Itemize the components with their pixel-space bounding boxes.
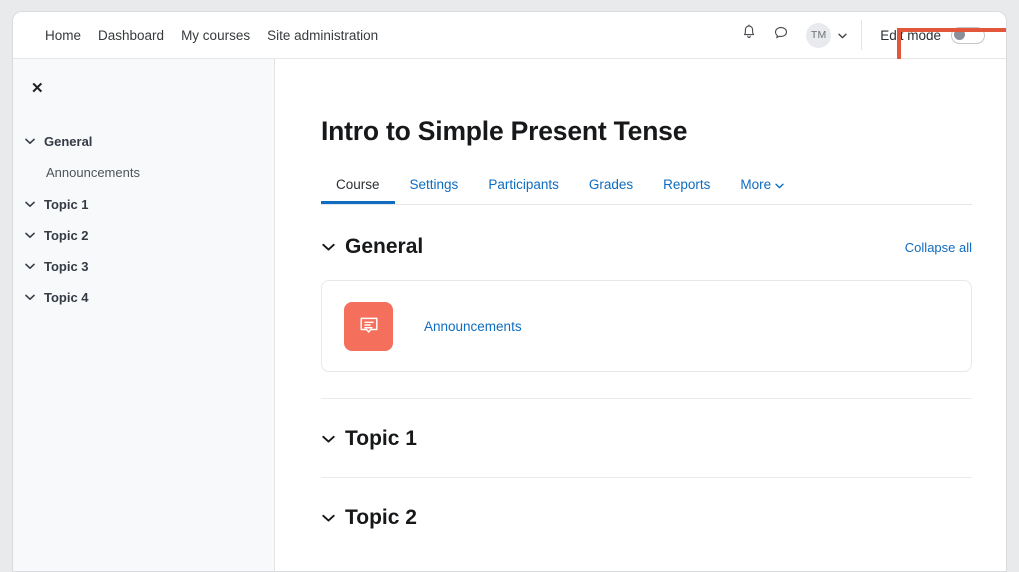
page-title: Intro to Simple Present Tense <box>321 116 688 146</box>
primary-nav: Home Dashboard My courses Site administr… <box>45 28 378 43</box>
navbar-divider <box>861 20 863 50</box>
tab-more-label: More <box>740 177 772 192</box>
top-navbar: Home Dashboard My courses Site administr… <box>13 12 1006 59</box>
main-content: Intro to Simple Present Tense Course Set… <box>275 59 1006 571</box>
section-topic-1: Topic 1 <box>321 398 972 451</box>
sidebar-item-label: Topic 1 <box>44 197 89 212</box>
close-icon[interactable]: ✕ <box>31 81 51 96</box>
chevron-down-icon <box>775 177 784 192</box>
edit-mode-control[interactable]: Edit mode <box>872 23 992 48</box>
user-menu[interactable]: TM <box>806 22 847 48</box>
avatar: TM <box>806 22 832 48</box>
collapse-all-link[interactable]: Collapse all <box>905 240 972 255</box>
chevron-down-icon <box>25 293 35 303</box>
chevron-down-icon[interactable] <box>321 514 335 523</box>
course-tabs: Course Settings Participants Grades Repo… <box>321 171 972 205</box>
chevron-down-icon <box>25 137 35 147</box>
forum-icon <box>344 301 393 351</box>
sidebar-item-topic-3[interactable]: Topic 3 <box>13 251 274 282</box>
toggle-knob <box>954 29 965 40</box>
section-title: Topic 2 <box>345 506 417 529</box>
sidebar-item-topic-4[interactable]: Topic 4 <box>13 282 274 313</box>
tab-more[interactable]: More <box>725 171 799 204</box>
section-header-topic-2: Topic 2 <box>321 506 972 530</box>
chevron-down-icon <box>25 262 35 272</box>
chevron-down-icon <box>25 231 35 241</box>
section-title: Topic 1 <box>345 427 417 450</box>
edit-mode-label: Edit mode <box>880 27 941 43</box>
activity-card-announcements[interactable]: Announcements <box>321 280 972 372</box>
navbar-right-cluster: TM Edit mode <box>736 20 992 50</box>
sidebar-item-label: Topic 2 <box>44 228 89 243</box>
activity-link-announcements[interactable]: Announcements <box>424 319 522 334</box>
browser-viewport: Home Dashboard My courses Site administr… <box>12 11 1007 572</box>
edit-mode-toggle[interactable] <box>951 26 985 44</box>
nav-dashboard[interactable]: Dashboard <box>98 28 164 43</box>
sidebar-item-general[interactable]: General <box>13 126 274 157</box>
chevron-down-icon[interactable] <box>321 435 335 444</box>
tab-settings[interactable]: Settings <box>395 171 474 204</box>
section-header-general: General Collapse all <box>321 235 972 259</box>
messages-button[interactable] <box>768 22 794 48</box>
nav-site-administration[interactable]: Site administration <box>267 28 378 43</box>
section-header-topic-1: Topic 1 <box>321 427 972 451</box>
sidebar-item-announcements[interactable]: Announcements <box>13 157 274 189</box>
sidebar-item-label: Topic 3 <box>44 259 89 274</box>
tab-grades[interactable]: Grades <box>574 171 648 204</box>
sidebar-item-label: Topic 4 <box>44 290 89 305</box>
chevron-down-icon <box>25 200 35 210</box>
sidebar-item-label: General <box>44 134 93 149</box>
section-topic-2: Topic 2 <box>321 477 972 530</box>
notifications-button[interactable] <box>736 22 762 48</box>
chevron-down-icon[interactable] <box>321 243 335 252</box>
sidebar-item-topic-1[interactable]: Topic 1 <box>13 189 274 220</box>
sidebar-item-label: Announcements <box>46 165 140 180</box>
chevron-down-icon <box>838 26 847 44</box>
nav-home[interactable]: Home <box>45 28 81 43</box>
sidebar-item-topic-2[interactable]: Topic 2 <box>13 220 274 251</box>
tab-reports[interactable]: Reports <box>648 171 725 204</box>
course-index-sidebar: ✕ General Announcements Topic 1 Topic 2 … <box>13 59 275 571</box>
message-bubble-icon <box>773 25 789 46</box>
tab-course[interactable]: Course <box>321 171 395 204</box>
section-title: General <box>345 235 424 258</box>
bell-icon <box>741 24 757 46</box>
tab-participants[interactable]: Participants <box>473 171 574 204</box>
nav-my-courses[interactable]: My courses <box>181 28 250 43</box>
